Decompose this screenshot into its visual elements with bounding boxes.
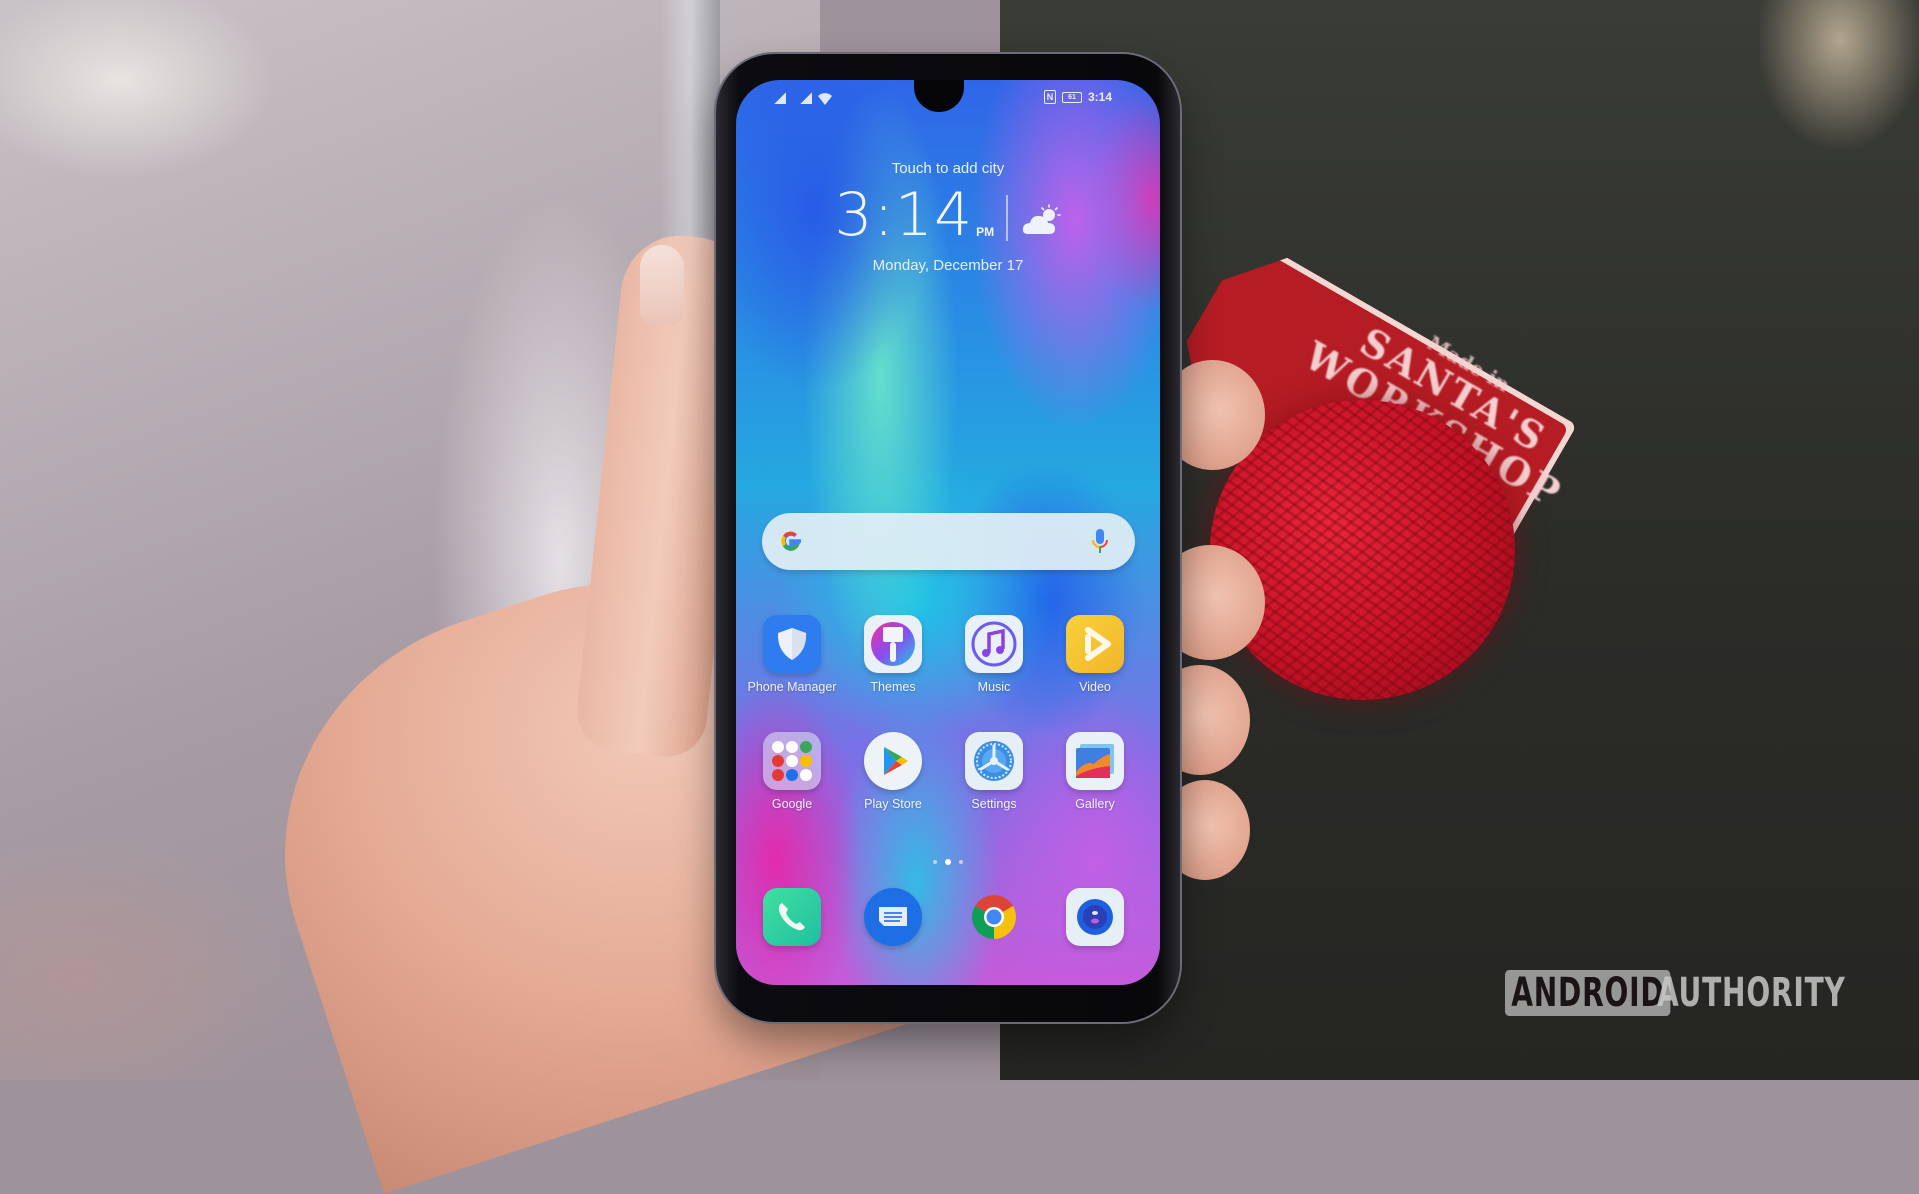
- app-label: Video: [1079, 680, 1111, 694]
- messages-icon: [864, 888, 922, 946]
- status-time: 3:14: [1087, 90, 1112, 104]
- app-gallery[interactable]: Gallery: [1045, 732, 1145, 811]
- phone-icon: [763, 888, 821, 946]
- dock-messages[interactable]: [843, 888, 943, 946]
- google-g-icon: [778, 528, 804, 559]
- watermark-text: AUTHORITY: [1657, 970, 1847, 1016]
- app-label: Settings: [971, 797, 1017, 811]
- android-authority-watermark: ANDROID AUTHORITY: [1505, 970, 1899, 1016]
- battery-icon: 61: [1061, 91, 1082, 103]
- phone-screen: N 61 3:14 Touch to add city 3:14 PM Mond…: [736, 80, 1160, 985]
- signal-icon: [800, 92, 812, 104]
- app-video[interactable]: Video: [1045, 615, 1145, 694]
- dock-chrome[interactable]: [944, 888, 1044, 946]
- notch-camera: [914, 80, 964, 112]
- app-google-folder[interactable]: Google: [742, 732, 842, 811]
- status-bar-right: N 61 3:14: [1043, 90, 1112, 104]
- add-city-link[interactable]: Touch to add city: [736, 160, 1160, 177]
- paintbrush-icon: [864, 615, 922, 673]
- watermark-boxed-text: ANDROID: [1505, 970, 1671, 1016]
- microphone-icon[interactable]: [1091, 528, 1109, 561]
- clock-widget[interactable]: 3:14 PM: [736, 185, 1160, 245]
- partly-cloudy-icon: [1022, 204, 1062, 241]
- clock-divider: [1006, 195, 1008, 241]
- page-indicator: [736, 859, 1160, 865]
- page-dot[interactable]: [933, 860, 937, 864]
- app-phone-manager[interactable]: Phone Manager: [742, 615, 842, 694]
- chrome-icon: [965, 888, 1023, 946]
- clock-time: 3:14: [834, 180, 974, 250]
- app-label: Music: [977, 680, 1011, 694]
- folder-icon: [763, 732, 821, 790]
- play-icon: [1066, 615, 1124, 673]
- app-settings[interactable]: Settings: [944, 732, 1044, 811]
- dock-phone[interactable]: [742, 888, 842, 946]
- clock-date: Monday, December 17: [872, 257, 1024, 274]
- play-store-icon: [864, 732, 922, 790]
- clock-ampm: PM: [976, 225, 995, 239]
- window-light: [1760, 0, 1919, 180]
- app-label: Google: [771, 797, 813, 811]
- app-label: Gallery: [1075, 797, 1115, 811]
- thumbnail: [640, 245, 684, 325]
- page-dot-active[interactable]: [945, 859, 951, 865]
- camera-icon: [1066, 888, 1124, 946]
- page-dot[interactable]: [959, 860, 963, 864]
- app-label: Themes: [870, 680, 916, 694]
- app-themes[interactable]: Themes: [843, 615, 943, 694]
- gear-icon: [965, 732, 1023, 790]
- google-search-bar[interactable]: [762, 513, 1135, 570]
- shield-icon: [763, 615, 821, 673]
- dock-camera[interactable]: [1045, 888, 1145, 946]
- app-play-store[interactable]: Play Store: [843, 732, 943, 811]
- app-label: Phone Manager: [747, 680, 837, 694]
- wifi-icon: [818, 92, 832, 105]
- nfc-icon: N: [1043, 90, 1056, 104]
- app-label: Play Store: [864, 797, 922, 811]
- gallery-icon: [1066, 732, 1124, 790]
- music-note-icon: [965, 615, 1023, 673]
- signal-icon: [774, 92, 786, 104]
- status-bar-left: [774, 92, 832, 105]
- app-music[interactable]: Music: [944, 615, 1044, 694]
